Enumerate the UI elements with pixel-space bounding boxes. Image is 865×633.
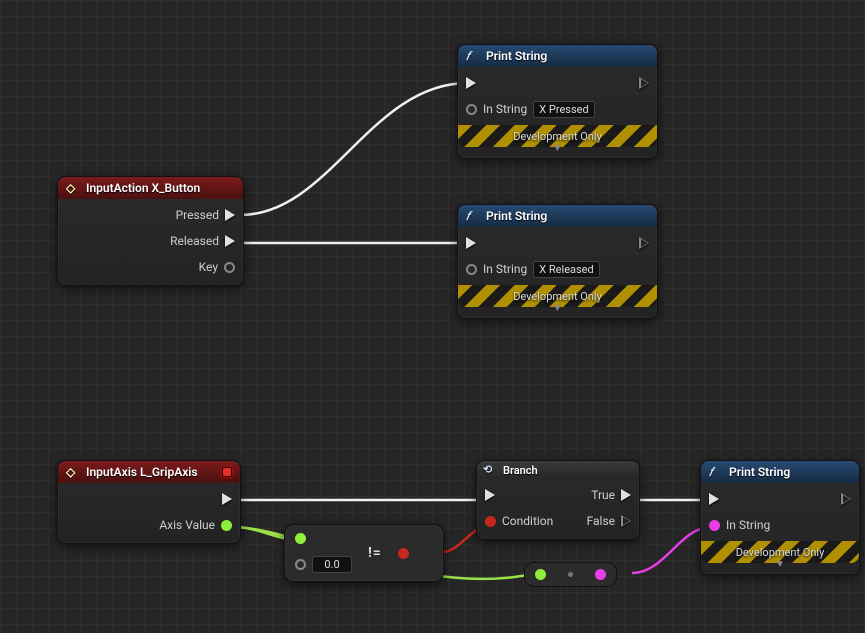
pin-exec-out[interactable]: [841, 493, 851, 505]
node-convert-float-to-string[interactable]: [524, 562, 617, 587]
instring-value[interactable]: X Released: [533, 261, 599, 278]
expand-arrow-icon[interactable]: ▼: [709, 559, 851, 570]
devonly-label: Development Only: [736, 546, 825, 559]
pin-condition-label: Condition: [502, 514, 553, 528]
branch-icon: [483, 463, 497, 477]
pin-instring[interactable]: [466, 264, 477, 275]
devonly-label: Development Only: [513, 290, 602, 303]
devonly-label: Development Only: [513, 130, 602, 143]
node-title: InputAction X_Button: [86, 181, 200, 195]
pin-false-label: False: [587, 514, 615, 528]
pin-out-string[interactable]: [595, 569, 606, 580]
node-header[interactable]: Print String: [701, 461, 859, 483]
function-icon: [466, 49, 480, 63]
node-notequal-float[interactable]: 0.0 !=: [284, 524, 444, 582]
instring-value[interactable]: X Pressed: [533, 101, 594, 118]
pin-in-float[interactable]: [535, 569, 546, 580]
pin-instring[interactable]: [709, 520, 720, 531]
node-printstring-released[interactable]: Print String In String X Released Develo…: [457, 204, 658, 319]
node-branch[interactable]: Branch True Condition False: [476, 460, 640, 540]
function-icon: [466, 209, 480, 223]
pin-true-exec[interactable]: [621, 489, 631, 501]
node-header[interactable]: InputAction X_Button: [58, 177, 243, 199]
node-header[interactable]: Branch: [477, 461, 639, 479]
pin-exec-out[interactable]: [222, 493, 232, 505]
pin-true-label: True: [591, 488, 615, 502]
function-icon: [709, 465, 723, 479]
pin-b-default[interactable]: 0.0: [312, 556, 352, 573]
pin-instring-label: In String: [483, 102, 527, 116]
pin-axisvalue-label: Axis Value: [159, 518, 215, 532]
pin-released-exec[interactable]: [225, 235, 235, 247]
event-icon: [66, 181, 80, 195]
node-title: Print String: [486, 209, 547, 223]
pin-exec-in[interactable]: [485, 489, 495, 501]
notequal-icon: !=: [368, 545, 382, 561]
pin-exec-in[interactable]: [709, 493, 719, 505]
pin-released-label: Released: [170, 234, 219, 248]
pin-instring-label: In String: [483, 262, 527, 276]
pin-exec-out[interactable]: [639, 237, 649, 249]
pin-key-label: Key: [199, 260, 218, 274]
event-icon: [66, 465, 80, 479]
pin-b-float[interactable]: [295, 559, 306, 570]
pin-instring[interactable]: [466, 104, 477, 115]
pin-exec-in[interactable]: [466, 237, 476, 249]
pin-condition[interactable]: [485, 516, 496, 527]
node-printstring-pressed[interactable]: Print String In String X Pressed Develop…: [457, 44, 658, 159]
node-inputaxis-lgripaxis[interactable]: InputAxis L_GripAxis Axis Value: [57, 460, 241, 544]
pin-axisvalue[interactable]: [221, 520, 232, 531]
pin-pressed-label: Pressed: [176, 208, 219, 222]
node-inputaction-xbutton[interactable]: InputAction X_Button Pressed Released Ke…: [57, 176, 244, 286]
pin-a-float[interactable]: [295, 533, 306, 544]
convert-icon: [568, 572, 573, 577]
pin-exec-out[interactable]: [639, 77, 649, 89]
node-title: Print String: [729, 465, 790, 479]
pin-key[interactable]: [224, 262, 235, 273]
node-printstring-axis[interactable]: Print String In String Development Only …: [700, 460, 860, 575]
node-header[interactable]: InputAxis L_GripAxis: [58, 461, 240, 483]
node-title: Print String: [486, 49, 547, 63]
node-header[interactable]: Print String: [458, 205, 657, 227]
pin-false-exec[interactable]: [621, 515, 631, 527]
pin-pressed-exec[interactable]: [225, 209, 235, 221]
pin-exec-in[interactable]: [466, 77, 476, 89]
pin-instring-label: In String: [726, 518, 770, 532]
breakpoint-icon[interactable]: [222, 467, 232, 477]
expand-arrow-icon[interactable]: ▼: [466, 143, 649, 154]
node-title: Branch: [503, 464, 538, 477]
pin-out-bool[interactable]: [398, 548, 409, 559]
node-header[interactable]: Print String: [458, 45, 657, 67]
expand-arrow-icon[interactable]: ▼: [466, 303, 649, 314]
node-title: InputAxis L_GripAxis: [86, 465, 198, 479]
